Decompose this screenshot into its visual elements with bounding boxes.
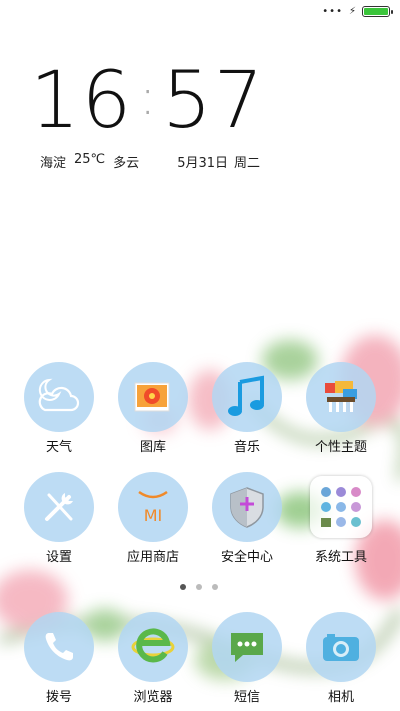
bolt-icon: ⚡ xyxy=(348,5,356,17)
dock-phone[interactable]: 拨号 xyxy=(14,612,104,705)
settings-icon xyxy=(24,472,94,542)
battery-icon xyxy=(362,5,393,17)
app-security[interactable]: 安全中心 xyxy=(202,472,292,565)
clock-colon: : xyxy=(139,68,157,126)
app-label: 个性主题 xyxy=(314,440,367,455)
weather-condition: 多云 xyxy=(113,156,140,171)
app-label: 短信 xyxy=(233,690,260,705)
dock-camera[interactable]: 相机 xyxy=(296,612,386,705)
app-label: 系统工具 xyxy=(314,550,367,565)
themes-icon xyxy=(306,362,376,432)
weather-date-row[interactable]: 海淀 25℃ 多云 5月31日 周二 xyxy=(40,152,260,171)
date-weekday: 周二 xyxy=(234,156,261,171)
system-tools-folder-icon xyxy=(310,476,372,538)
page-dot-1[interactable] xyxy=(180,584,186,590)
app-label: 应用商店 xyxy=(126,550,179,565)
security-icon xyxy=(212,472,282,542)
app-music[interactable]: 音乐 xyxy=(202,362,292,455)
weather-icon xyxy=(24,362,94,432)
app-system-tools-folder[interactable]: 系统工具 xyxy=(296,472,386,565)
app-label: 音乐 xyxy=(233,440,260,455)
messages-icon xyxy=(212,612,282,682)
app-gallery[interactable]: 图库 xyxy=(108,362,198,455)
status-bar: ••• ⚡ xyxy=(322,4,393,18)
dock-browser[interactable]: 浏览器 xyxy=(108,612,198,705)
app-label: 安全中心 xyxy=(220,550,273,565)
app-label: 天气 xyxy=(45,440,72,455)
weather-temperature: 25℃ xyxy=(74,152,106,167)
app-label: 相机 xyxy=(327,690,354,705)
app-weather[interactable]: 天气 xyxy=(14,362,104,455)
date-day: 5月31日 xyxy=(177,156,229,171)
page-dot-3[interactable] xyxy=(212,584,218,590)
app-themes[interactable]: 个性主题 xyxy=(296,362,386,455)
clock-minutes: 57 xyxy=(162,56,266,146)
app-store-icon: MI xyxy=(118,472,188,542)
app-settings[interactable]: 设置 xyxy=(14,472,104,565)
camera-icon xyxy=(306,612,376,682)
clock-widget[interactable]: 16 : 57 xyxy=(30,62,265,140)
app-store[interactable]: MI 应用商店 xyxy=(108,472,198,565)
more-dots-icon: ••• xyxy=(322,5,343,17)
page-dot-2[interactable] xyxy=(196,584,202,590)
page-indicator[interactable] xyxy=(180,584,218,590)
music-icon xyxy=(212,362,282,432)
dock-messages[interactable]: 短信 xyxy=(202,612,292,705)
app-label: 设置 xyxy=(45,550,72,565)
app-label: 拨号 xyxy=(45,690,72,705)
app-store-icon-text: MI xyxy=(143,505,163,525)
clock-hours: 16 xyxy=(30,56,134,146)
phone-icon xyxy=(24,612,94,682)
app-label: 图库 xyxy=(139,440,166,455)
weather-location: 海淀 xyxy=(40,156,67,171)
gallery-icon xyxy=(118,362,188,432)
browser-icon xyxy=(118,612,188,682)
app-label: 浏览器 xyxy=(133,690,173,705)
